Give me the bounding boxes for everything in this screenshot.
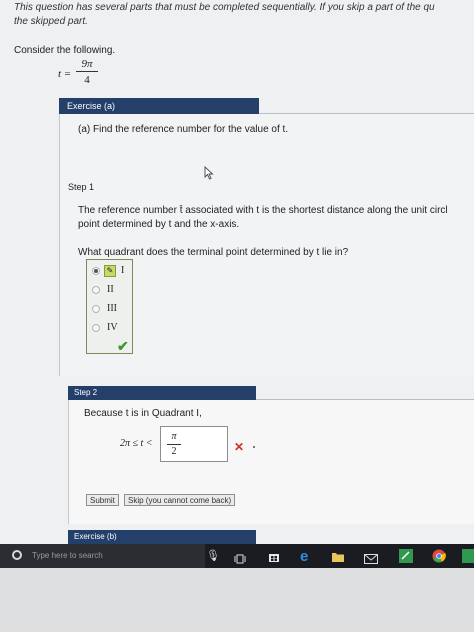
step2-text: Because t is in Quadrant I, xyxy=(84,408,202,419)
step1-title: Step 1 xyxy=(68,182,95,192)
step2-header: Step 2 xyxy=(68,386,256,400)
exercise-b-header[interactable]: Exercise (b) xyxy=(68,530,256,544)
submit-button[interactable]: Submit xyxy=(86,494,119,506)
option-label: IV xyxy=(107,322,118,333)
mail-icon[interactable] xyxy=(364,551,378,564)
chrome-icon[interactable] xyxy=(432,549,446,563)
windows-taskbar: Type here to search 🎙 e xyxy=(0,544,474,568)
dot xyxy=(253,446,255,448)
mouse-cursor-icon xyxy=(204,165,214,180)
inequality-left: 2π ≤ t < xyxy=(120,438,153,449)
pencil-icon: ✎ xyxy=(104,265,116,277)
file-explorer-icon[interactable] xyxy=(331,550,345,562)
quadrant-question: What quadrant does the terminal point de… xyxy=(78,247,349,258)
app-green-icon[interactable] xyxy=(399,549,413,563)
step1-text-line1: The reference number t̄ associated with … xyxy=(78,205,448,216)
answer-denominator: 2 xyxy=(171,446,177,457)
skip-button[interactable]: Skip (you cannot come back) xyxy=(124,494,236,506)
prompt-text: Consider the following. xyxy=(14,45,116,56)
notice-line-1: This question has several parts that mus… xyxy=(14,2,435,13)
option-label: II xyxy=(107,284,114,295)
incorrect-x-icon: ✕ xyxy=(234,440,245,454)
edge-browser-icon[interactable]: e xyxy=(299,548,313,565)
store-icon[interactable] xyxy=(268,550,280,562)
answer-input[interactable]: π 2 xyxy=(160,426,228,462)
fraction-bar xyxy=(167,444,181,445)
option-label: III xyxy=(107,303,117,314)
option-quadrant-ii[interactable]: II xyxy=(87,281,132,300)
option-quadrant-i[interactable]: ✎ I xyxy=(87,262,132,281)
svg-text:e: e xyxy=(300,549,308,563)
given-denominator: 4 xyxy=(84,74,90,86)
given-expression: t = 9π 4 xyxy=(58,58,98,86)
notice-line-2: the skipped part. xyxy=(14,16,88,27)
radio-button[interactable] xyxy=(92,286,100,294)
option-label: I xyxy=(121,265,125,276)
radio-selected[interactable] xyxy=(92,267,100,275)
option-quadrant-iv[interactable]: IV xyxy=(87,319,132,338)
microphone-icon[interactable]: 🎙 xyxy=(206,550,220,562)
task-view-icon[interactable] xyxy=(234,551,246,564)
radio-button[interactable] xyxy=(92,324,100,332)
step1-text-line2: point determined by t and the x-axis. xyxy=(78,219,240,230)
app-partial-icon[interactable] xyxy=(462,549,474,563)
given-var: t = xyxy=(58,68,72,80)
correct-check-icon: ✔ xyxy=(117,338,129,354)
taskbar-search[interactable]: Type here to search xyxy=(0,544,205,568)
exercise-a-header[interactable]: Exercise (a) xyxy=(59,98,259,114)
exercise-a-question: (a) Find the reference number for the va… xyxy=(78,124,289,135)
cortana-icon[interactable] xyxy=(12,550,22,560)
question-page: This question has several parts that mus… xyxy=(0,0,474,544)
option-quadrant-iii[interactable]: III xyxy=(87,300,132,319)
search-placeholder: Type here to search xyxy=(32,551,103,560)
radio-button[interactable] xyxy=(92,305,100,313)
answer-numerator: π xyxy=(171,431,177,442)
fraction-bar xyxy=(76,71,98,72)
given-numerator: 9π xyxy=(81,58,93,70)
